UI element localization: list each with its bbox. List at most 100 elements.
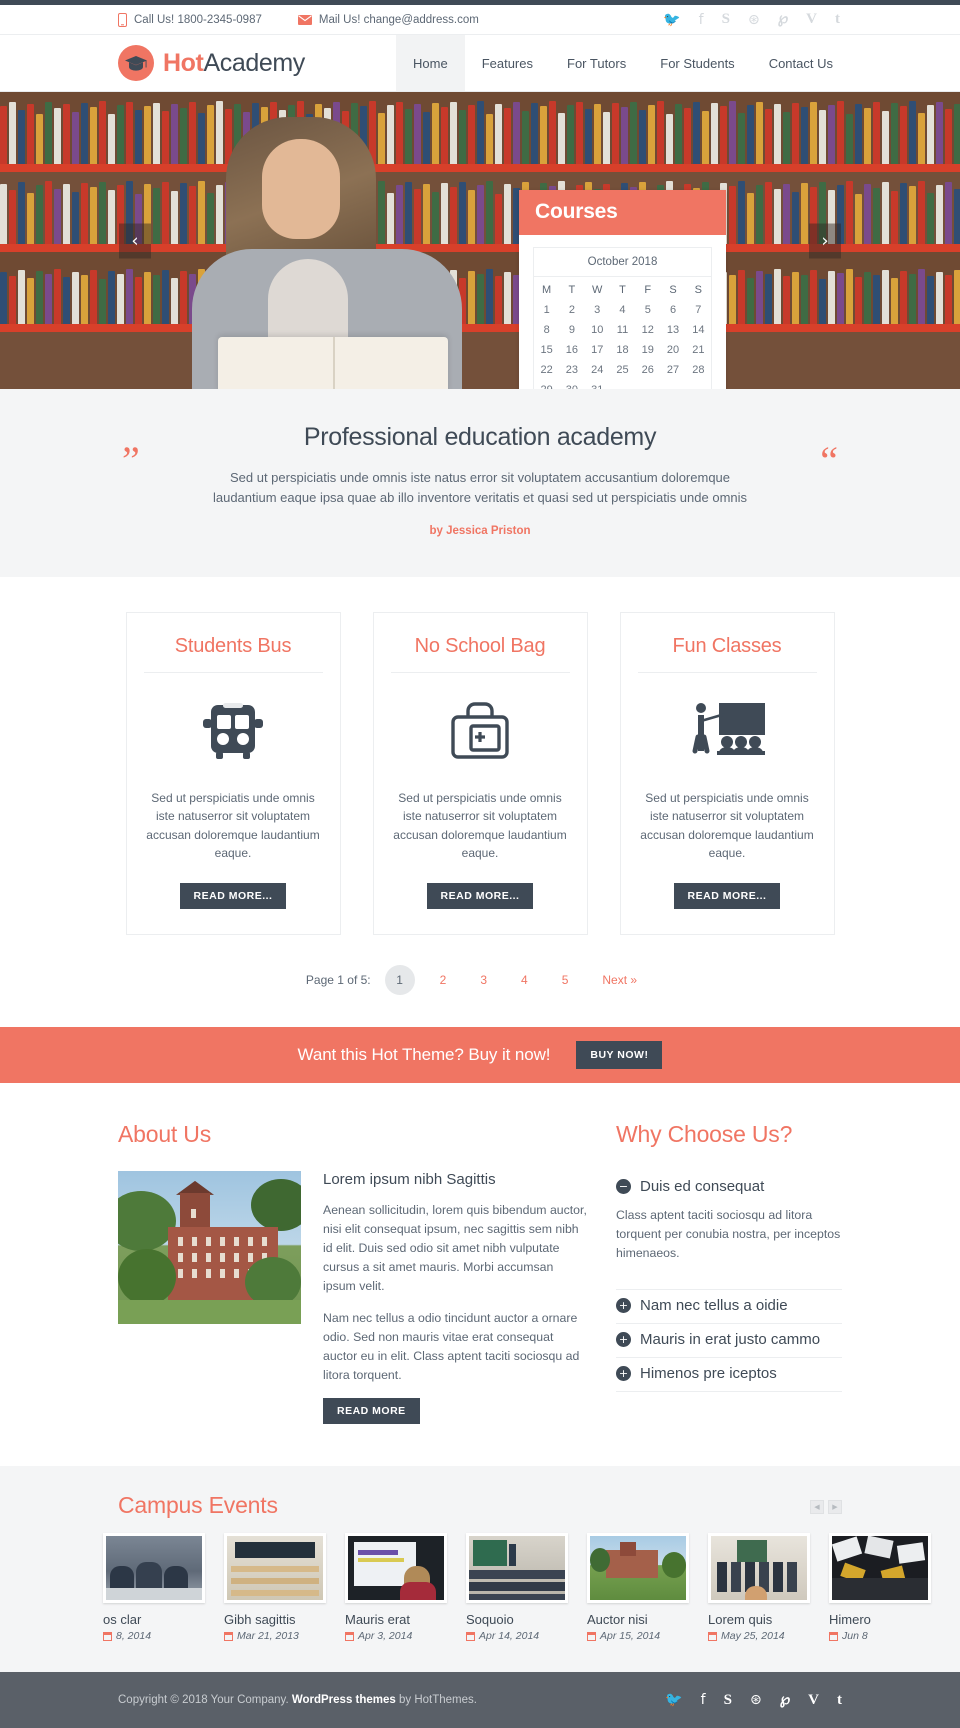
promo-banner: Want this Hot Theme? Buy it now! BUY NOW…: [0, 1026, 960, 1083]
event-card[interactable]: os clar 8, 2014: [103, 1533, 205, 1642]
quote-mark-left-icon: ”: [122, 438, 140, 483]
feature-title: Students Bus: [143, 635, 323, 673]
event-thumbnail: [345, 1533, 447, 1604]
calendar-day[interactable]: 31: [585, 380, 610, 389]
calendar-day[interactable]: 18: [610, 340, 635, 360]
calendar-day[interactable]: 14: [686, 320, 711, 340]
calendar-day[interactable]: 29: [534, 380, 559, 389]
calendar-day[interactable]: 6: [660, 300, 685, 320]
calendar-day[interactable]: 20: [660, 340, 685, 360]
site-header: HotAcademy Home Features For Tutors For …: [0, 35, 960, 92]
calendar-day[interactable]: 25: [610, 360, 635, 380]
campus-events-section: Campus Events ◀ ▶ os clar 8, 2014 Gibh s…: [0, 1466, 960, 1673]
event-card[interactable]: Auctor nisi Apr 15, 2014: [587, 1533, 689, 1642]
calendar-day[interactable]: 10: [585, 320, 610, 340]
pagination-page-2[interactable]: 2: [423, 973, 464, 987]
buy-now-button[interactable]: BUY NOW!: [576, 1040, 663, 1069]
slider-next-button[interactable]: ›: [809, 223, 841, 258]
about-why-section: About Us Lorem ipsum nibh Sagittis Aenea…: [0, 1083, 960, 1466]
calendar-day[interactable]: 28: [686, 360, 711, 380]
about-read-more-button[interactable]: READ MORE: [323, 1398, 420, 1425]
accordion-item: − Duis ed consequat Class aptent taciti …: [616, 1171, 842, 1291]
pagination-label: Page 1 of 5:: [305, 972, 371, 987]
accordion-header[interactable]: + Himenos pre iceptos: [616, 1358, 842, 1391]
skype-icon[interactable]: S: [724, 1692, 732, 1708]
twitter-icon[interactable]: 🐦: [665, 1693, 682, 1708]
briefcase-icon: [391, 693, 570, 771]
calendar-day[interactable]: 21: [686, 340, 711, 360]
nav-item-home[interactable]: Home: [396, 35, 465, 91]
facebook-icon[interactable]: f: [699, 13, 704, 27]
pagination-page-4[interactable]: 4: [504, 973, 545, 987]
vimeo-icon[interactable]: V: [808, 1692, 819, 1708]
event-title: Himero: [829, 1612, 871, 1628]
about-us-heading: Lorem ipsum nibh Sagittis: [323, 1170, 496, 1188]
feature-read-more-button[interactable]: READ MORE...: [179, 882, 287, 909]
event-date-text: Mar 21, 2013: [237, 1630, 299, 1643]
slider-prev-button[interactable]: ‹: [119, 223, 151, 258]
feature-read-more-button[interactable]: READ MORE...: [673, 882, 781, 909]
twitter-icon[interactable]: 🐦: [663, 13, 680, 27]
calendar-day[interactable]: 16: [559, 340, 584, 360]
accordion-header[interactable]: + Mauris in erat justo cammo: [616, 1324, 842, 1357]
calendar-day[interactable]: 19: [635, 340, 660, 360]
tumblr-icon[interactable]: t: [837, 1692, 842, 1708]
pagination-next-button[interactable]: Next »: [585, 973, 654, 987]
nav-item-features[interactable]: Features: [465, 35, 550, 91]
pagination-page-3[interactable]: 3: [463, 973, 504, 987]
calendar-day[interactable]: 27: [660, 360, 685, 380]
nav-item-for-tutors[interactable]: For Tutors: [550, 35, 643, 91]
calendar-day[interactable]: 23: [559, 360, 584, 380]
calendar-week-row: 1 2 3 4 5 6 7: [534, 300, 711, 320]
calendar-day[interactable]: 2: [559, 300, 584, 320]
calendar-day[interactable]: 22: [534, 360, 559, 380]
page-root: Call Us! 1800-2345-0987 Mail Us! change@…: [0, 0, 960, 1728]
feature-read-more-button[interactable]: READ MORE...: [426, 882, 534, 909]
event-card[interactable]: Himero Jun 8: [829, 1533, 931, 1642]
calendar-day[interactable]: 9: [559, 320, 584, 340]
facebook-icon[interactable]: f: [701, 1693, 706, 1708]
calendar-day[interactable]: 1: [534, 300, 559, 320]
why-choose-us-block: Why Choose Us? − Duis ed consequat Class…: [616, 1121, 842, 1424]
tumblr-icon[interactable]: t: [835, 12, 840, 27]
calendar-day[interactable]: 4: [610, 300, 635, 320]
calendar-day[interactable]: 26: [635, 360, 660, 380]
about-us-text: Lorem ipsum nibh Sagittis Aenean sollici…: [323, 1170, 588, 1425]
calendar-day[interactable]: 11: [610, 320, 635, 340]
event-card[interactable]: Gibh sagittis Mar 21, 2013: [224, 1533, 326, 1642]
dribbble-icon[interactable]: ⊛: [748, 13, 760, 27]
accordion-header[interactable]: + Nam nec tellus a oidie: [616, 1290, 842, 1323]
event-card[interactable]: Lorem quis May 25, 2014: [708, 1533, 810, 1642]
logo[interactable]: HotAcademy: [118, 35, 305, 91]
event-thumbnail: [708, 1533, 810, 1604]
nav-item-contact-us[interactable]: Contact Us: [752, 35, 850, 91]
calendar-day[interactable]: 13: [660, 320, 685, 340]
event-date: May 25, 2014: [708, 1630, 810, 1642]
calendar-day[interactable]: 24: [585, 360, 610, 380]
calendar-day[interactable]: 12: [635, 320, 660, 340]
carousel-prev-button[interactable]: ◀: [810, 1500, 824, 1515]
accordion-label: Nam nec tellus a oidie: [640, 1297, 788, 1315]
vimeo-icon[interactable]: V: [806, 12, 817, 27]
calendar-day[interactable]: 7: [686, 300, 711, 320]
carousel-next-button[interactable]: ▶: [828, 1500, 842, 1515]
calendar-day[interactable]: 15: [534, 340, 559, 360]
event-card[interactable]: Soquoio Apr 14, 2014: [466, 1533, 568, 1642]
event-thumbnail: [587, 1533, 689, 1604]
calendar-day[interactable]: 30: [559, 380, 584, 389]
calendar-day[interactable]: 3: [585, 300, 610, 320]
plus-icon: +: [616, 1298, 631, 1314]
pinterest-icon[interactable]: ℘: [780, 1692, 790, 1708]
calendar-day[interactable]: 17: [585, 340, 610, 360]
calendar-day[interactable]: 8: [534, 320, 559, 340]
pinterest-icon[interactable]: ℘: [778, 12, 788, 27]
wordpress-themes-link[interactable]: WordPress themes: [292, 1694, 396, 1706]
accordion-header[interactable]: − Duis ed consequat: [616, 1171, 842, 1204]
pagination-page-5[interactable]: 5: [545, 973, 586, 987]
nav-item-for-students[interactable]: For Students: [643, 35, 751, 91]
skype-icon[interactable]: S: [722, 12, 730, 27]
dribbble-icon[interactable]: ⊛: [750, 1693, 762, 1708]
calendar-day[interactable]: 5: [635, 300, 660, 320]
event-card[interactable]: Mauris erat Apr 3, 2014: [345, 1533, 447, 1642]
event-date-text: Apr 15, 2014: [600, 1630, 661, 1643]
